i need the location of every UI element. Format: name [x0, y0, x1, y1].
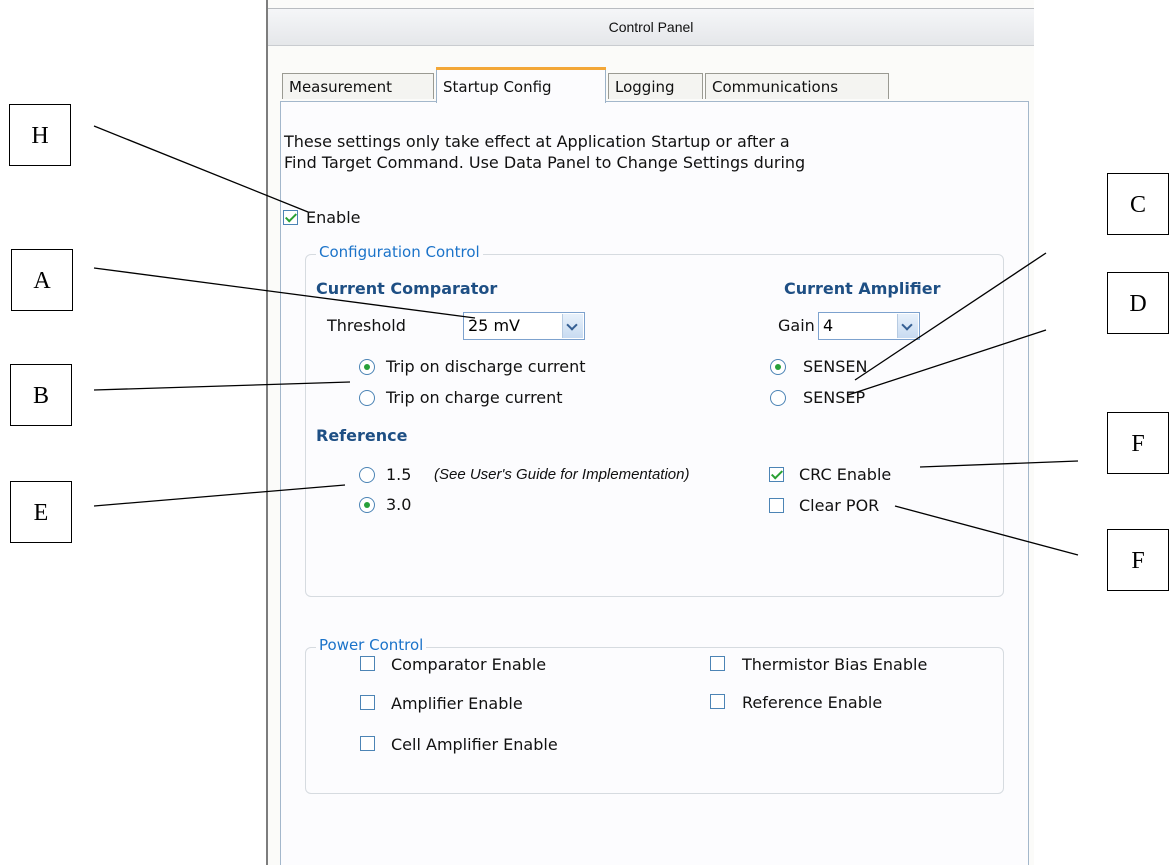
leader-f1	[919, 460, 1079, 468]
leader-d	[847, 329, 1047, 396]
callout-h: H	[9, 104, 71, 166]
leader-h	[93, 125, 309, 213]
callout-a: A	[11, 249, 73, 311]
callout-leader-lines	[93, 125, 1079, 556]
leader-a	[93, 267, 476, 319]
leader-b	[93, 381, 351, 391]
callout-c: C	[1107, 173, 1169, 235]
callout-e: E	[10, 481, 72, 543]
callout-f-por: F	[1107, 529, 1169, 591]
callout-b: B	[10, 364, 72, 426]
leader-f2	[894, 505, 1079, 556]
callout-f-crc: F	[1107, 412, 1169, 474]
callout-d: D	[1107, 272, 1169, 334]
leader-e	[93, 484, 346, 507]
